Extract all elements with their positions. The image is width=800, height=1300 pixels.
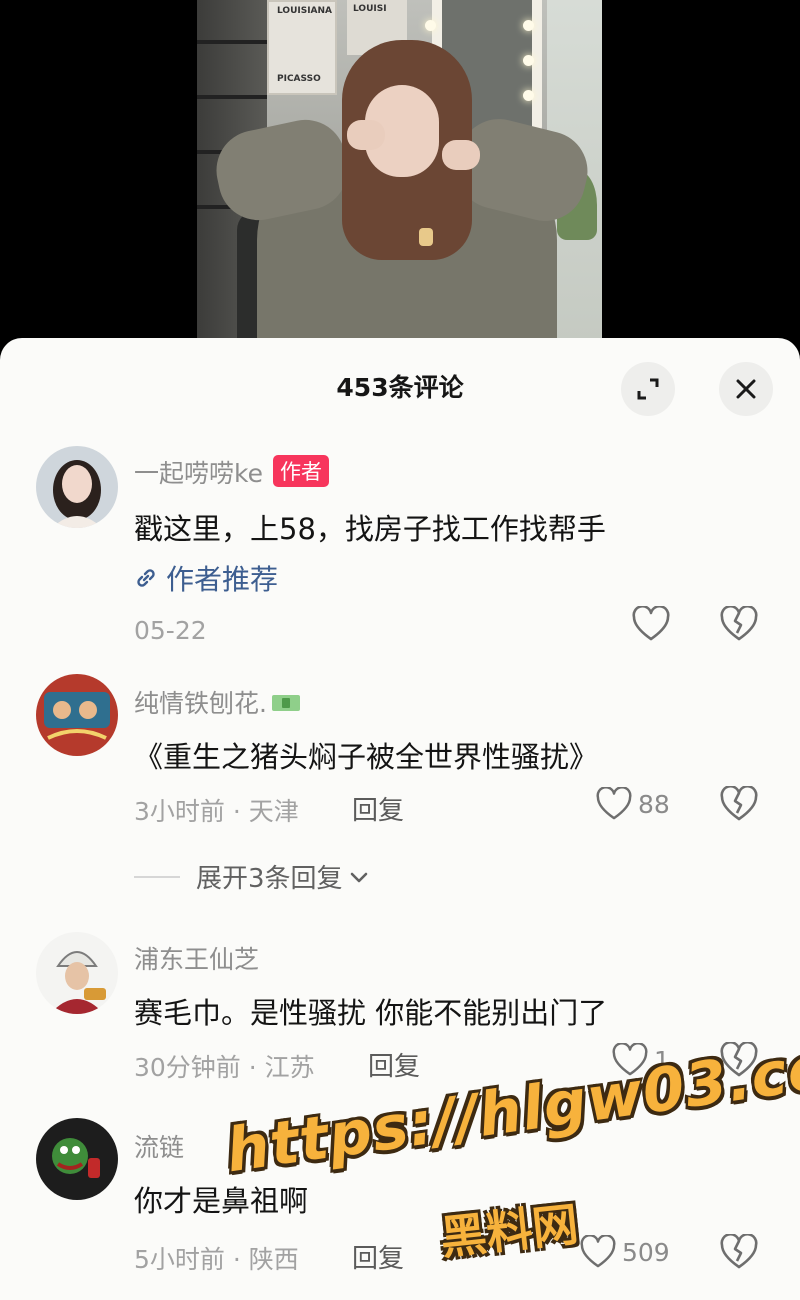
like-button[interactable]: 88 xyxy=(596,787,670,821)
expand-button[interactable] xyxy=(621,362,675,416)
expand-replies-label: 展开3条回复 xyxy=(196,864,343,894)
divider xyxy=(134,875,180,878)
username-text: 流链 xyxy=(134,1133,185,1162)
heart-icon xyxy=(596,787,632,820)
link-label: 作者推荐 xyxy=(166,563,279,596)
video-person-hand xyxy=(442,140,480,170)
dislike-button[interactable] xyxy=(720,604,758,644)
broken-heart-icon xyxy=(720,784,758,821)
comment-text: 《重生之猪头焖子被全世界性骚扰》 xyxy=(134,740,599,774)
comment-text: 赛毛巾。是性骚扰 你能不能别出门了 xyxy=(134,996,608,1030)
reply-button[interactable]: 回复 xyxy=(368,1046,420,1083)
close-icon xyxy=(736,379,756,399)
comment-time: 05-22 xyxy=(134,616,207,645)
comment-text: 戳这里，上58，找房子找工作找帮手 xyxy=(134,512,606,546)
avatar[interactable] xyxy=(36,446,118,528)
avatar[interactable] xyxy=(36,674,118,756)
expand-icon xyxy=(637,378,659,400)
reply-button[interactable]: 回复 xyxy=(352,790,404,827)
like-button[interactable] xyxy=(632,606,670,642)
broken-heart-icon xyxy=(720,604,758,641)
heart-icon xyxy=(632,606,670,641)
username[interactable]: 浦东王仙芝 xyxy=(134,940,259,976)
comment-time-location: 3小时前 · 天津 xyxy=(134,797,299,826)
link-icon xyxy=(137,569,155,587)
poster-text: PICASSO xyxy=(277,74,321,84)
username[interactable]: 流链 xyxy=(134,1128,184,1164)
username-text: 浦东王仙芝 xyxy=(134,945,260,974)
poster-text: LOUISIANA xyxy=(277,6,333,16)
close-button[interactable] xyxy=(719,362,773,416)
video-person-hand xyxy=(347,120,385,150)
comment-time-location: 5小时前 · 陕西 xyxy=(134,1245,299,1274)
avatar[interactable] xyxy=(36,1118,118,1200)
expand-replies-button[interactable]: 展开3条回复 xyxy=(134,858,371,895)
video-poster: LOUISIANA PICASSO xyxy=(267,0,337,95)
chevron-down-icon xyxy=(350,872,367,882)
poster-text: LOUISI xyxy=(353,4,387,14)
username[interactable]: 一起唠唠ke 作者 xyxy=(134,454,329,490)
broken-heart-icon xyxy=(720,1232,758,1269)
username[interactable]: 纯情铁刨花. xyxy=(134,684,301,720)
like-count: 509 xyxy=(622,1237,670,1267)
video-person-badge xyxy=(419,228,433,246)
money-icon xyxy=(271,695,300,711)
video-frame: LOUISIANA PICASSO LOUISI xyxy=(197,0,602,360)
like-button[interactable]: 509 xyxy=(580,1235,670,1269)
comment-time-location: 30分钟前 · 江苏 xyxy=(134,1053,315,1082)
comment-count-title: 453条评论 xyxy=(336,373,464,402)
dislike-button[interactable] xyxy=(720,1232,758,1272)
author-tag: 作者 xyxy=(272,455,329,487)
avatar[interactable] xyxy=(36,932,118,1014)
reply-button[interactable]: 回复 xyxy=(352,1238,404,1275)
author-recommend-link[interactable]: 作者推荐 xyxy=(134,558,278,598)
video-player[interactable]: LOUISIANA PICASSO LOUISI xyxy=(0,0,800,360)
heart-icon xyxy=(580,1235,616,1268)
like-count: 88 xyxy=(638,789,670,819)
dislike-button[interactable] xyxy=(720,784,758,824)
username-text: 纯情铁刨花. xyxy=(134,689,267,718)
username-text: 一起唠唠ke xyxy=(134,459,263,488)
comment-text: 你才是鼻祖啊 xyxy=(134,1184,309,1218)
